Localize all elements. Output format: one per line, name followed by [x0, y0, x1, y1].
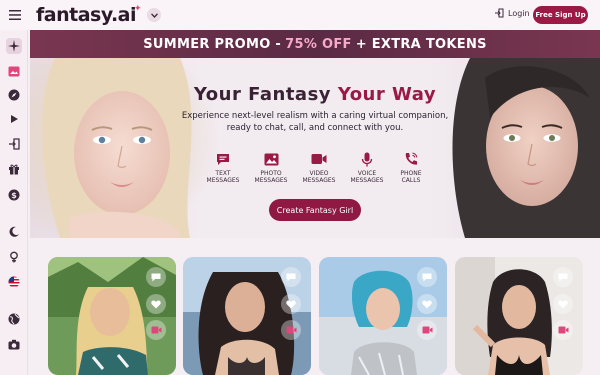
dollar-icon: $: [8, 189, 20, 201]
video-call-button[interactable]: [553, 320, 573, 340]
feature-label-line2: MESSAGES: [206, 177, 240, 184]
chat-button[interactable]: [553, 267, 573, 287]
video-call-button[interactable]: [281, 320, 301, 340]
sidebar-item-camera[interactable]: [6, 336, 22, 352]
sidebar-item-pricing[interactable]: $: [6, 187, 22, 203]
phone-icon: [405, 152, 418, 165]
sidebar-item-community[interactable]: [6, 311, 22, 327]
login-icon: [495, 8, 504, 18]
us-flag-icon: [8, 276, 20, 288]
character-card-4[interactable]: [455, 257, 583, 375]
like-button[interactable]: [281, 294, 301, 314]
hero-description: Experience next-level realism with a car…: [181, 111, 449, 133]
feature-label-line1: VIDEO: [309, 170, 329, 177]
feature-label-line2: MESSAGES: [254, 177, 288, 184]
feature-label-line2: MESSAGES: [350, 177, 384, 184]
sidebar-item-videos[interactable]: [6, 111, 22, 127]
feature-label-line1: PHOTO: [260, 170, 282, 177]
sidebar-item-discover[interactable]: [6, 38, 22, 54]
promo-text-start: SUMMER PROMO -: [143, 36, 282, 52]
microphone-icon: [361, 152, 373, 166]
character-card-2[interactable]: [183, 257, 311, 375]
feature-label-line1: TEXT: [215, 170, 231, 177]
sparkle-icon: [8, 40, 20, 52]
video-icon: [422, 326, 432, 334]
login-link[interactable]: Login: [494, 8, 530, 18]
feature-text-messages: TEXT MESSAGES: [198, 150, 248, 184]
sidebar-item-dark-mode[interactable]: [6, 224, 22, 240]
sidebar-item-explore[interactable]: [6, 87, 22, 103]
chat-icon: [286, 273, 296, 281]
globe-icon: [8, 313, 20, 325]
heart-icon: [558, 300, 568, 308]
feature-photo-messages: PHOTO MESSAGES: [246, 150, 296, 184]
like-button[interactable]: [553, 294, 573, 314]
promo-banner[interactable]: SUMMER PROMO - 75% OFF + EXTRA TOKENS: [30, 30, 600, 58]
gender-icon: [10, 251, 18, 263]
video-icon: [558, 326, 568, 334]
chat-icon: [558, 273, 568, 281]
chat-button[interactable]: [281, 267, 301, 287]
sidebar-item-language[interactable]: [6, 274, 22, 290]
photo-icon: [264, 153, 278, 165]
chat-icon: [151, 273, 161, 281]
login-icon: [9, 138, 20, 150]
promo-highlight: 75% OFF: [285, 36, 352, 52]
chevron-down-icon: [150, 12, 158, 18]
video-call-button[interactable]: [146, 320, 166, 340]
feature-phone-calls: PHONE CALLS: [386, 150, 436, 184]
sidebar-item-login[interactable]: [6, 136, 22, 152]
hero-title-accent: Your Way: [337, 84, 437, 105]
heart-icon: [151, 300, 161, 308]
hero-title: Your Fantasy Your Way: [30, 84, 600, 105]
camera-icon: [8, 339, 20, 349]
sidebar: $: [0, 30, 28, 375]
heart-icon: [286, 300, 296, 308]
svg-text:$: $: [11, 191, 17, 200]
video-icon: [286, 326, 296, 334]
feature-label-line1: VOICE: [357, 170, 377, 177]
create-fantasy-girl-button[interactable]: Create Fantasy Girl: [269, 199, 361, 221]
like-button[interactable]: [146, 294, 166, 314]
logo-sparkle-icon: ✦: [134, 4, 142, 14]
feature-voice-messages: VOICE MESSAGES: [342, 150, 392, 184]
sidebar-item-gender[interactable]: [6, 249, 22, 265]
logo-dropdown-button[interactable]: [147, 8, 162, 22]
text-message-icon: [217, 153, 229, 165]
gallery-icon: [8, 66, 20, 76]
chat-button[interactable]: [146, 267, 166, 287]
compass-icon: [8, 89, 20, 101]
menu-button[interactable]: [0, 0, 30, 30]
feature-label-line1: PHONE: [400, 170, 422, 177]
hero-title-start: Your Fantasy: [193, 84, 332, 105]
free-signup-button[interactable]: Free Sign Up: [533, 6, 588, 24]
character-card-3[interactable]: [319, 257, 447, 375]
like-button[interactable]: [417, 294, 437, 314]
logo[interactable]: fantasy.ai✦: [36, 4, 142, 26]
feature-label-line2: CALLS: [401, 177, 421, 184]
video-icon: [151, 326, 161, 334]
character-card-1[interactable]: [48, 257, 176, 375]
hamburger-icon: [9, 10, 21, 20]
sidebar-item-gifts[interactable]: [6, 161, 22, 177]
feature-label-line2: MESSAGES: [302, 177, 336, 184]
heart-icon: [422, 300, 432, 308]
feature-video-messages: VIDEO MESSAGES: [294, 150, 344, 184]
login-label: Login: [508, 8, 530, 18]
chat-button[interactable]: [417, 267, 437, 287]
gift-icon: [9, 164, 19, 175]
video-call-button[interactable]: [417, 320, 437, 340]
moon-icon: [9, 226, 19, 237]
video-icon: [311, 154, 327, 164]
sidebar-item-gallery[interactable]: [6, 63, 22, 79]
play-icon: [11, 115, 18, 123]
promo-text-end: + EXTRA TOKENS: [355, 36, 487, 52]
chat-icon: [422, 273, 432, 281]
